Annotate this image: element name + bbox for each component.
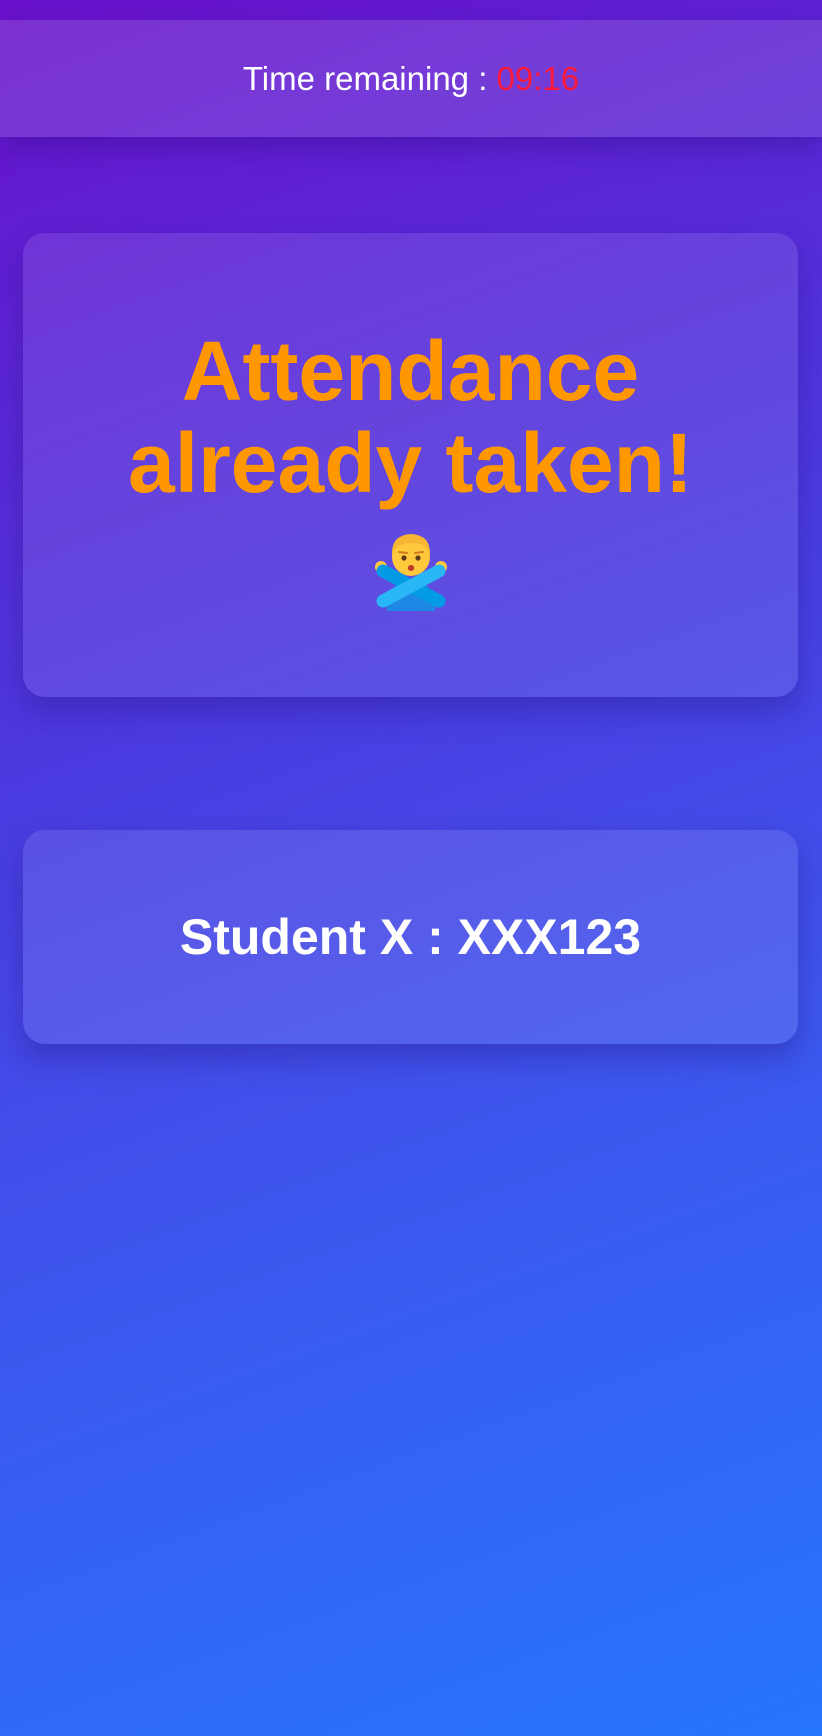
timer-bar: Time remaining : 09:16 [0, 20, 822, 137]
heading-line-2: already taken! [128, 416, 693, 510]
student-card: Student X : XXX123 [23, 830, 798, 1044]
person-gesturing-no-icon [369, 525, 453, 616]
attendance-status-heading: Attendance already taken! [23, 325, 798, 509]
attendance-status-card: Attendance already taken! [23, 233, 798, 697]
timer-value: 09:16 [496, 59, 580, 97]
timer-label: Time remaining : [242, 59, 488, 97]
student-id-label: Student X : XXX123 [179, 909, 642, 965]
heading-line-1: Attendance [181, 324, 640, 418]
